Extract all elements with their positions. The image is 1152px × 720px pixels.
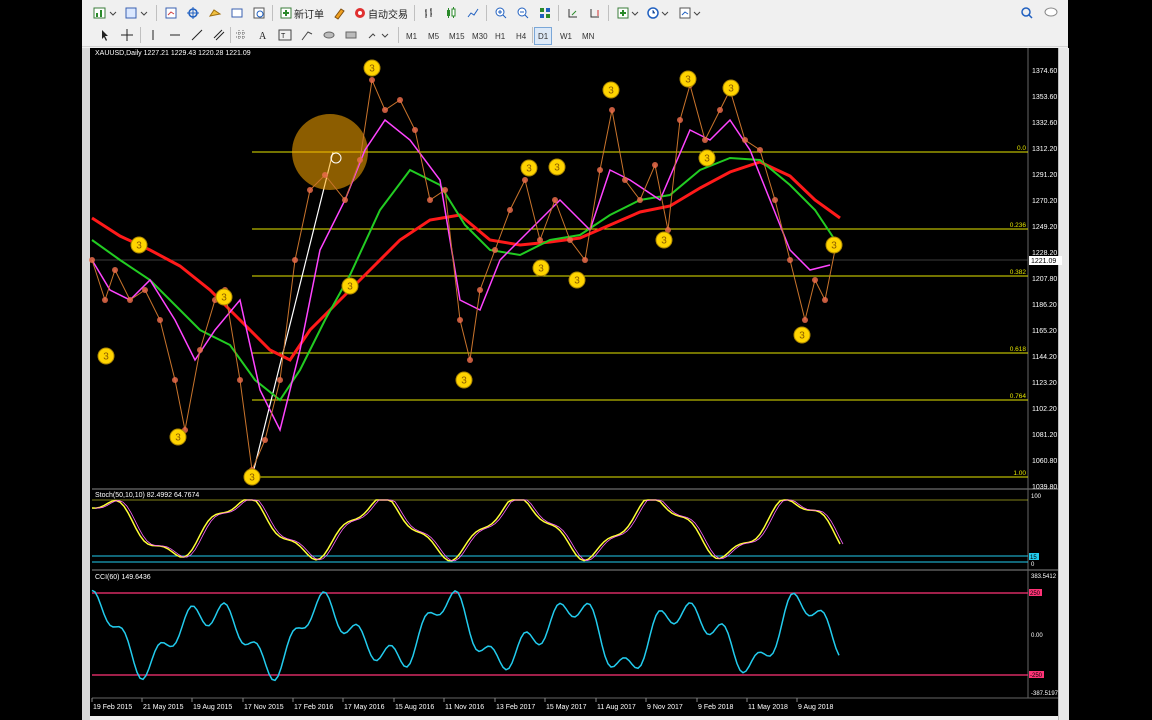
timeframe-m15[interactable]: M15 — [445, 27, 469, 45]
chart-shift-icon[interactable] — [586, 4, 604, 22]
candlestick-icon[interactable] — [442, 4, 460, 22]
text-icon[interactable]: A — [254, 26, 272, 44]
main-toolbar: 新订单 自动交易 — [82, 2, 1068, 25]
chart-left-border — [82, 48, 90, 720]
timeframe-m30[interactable]: M30 — [468, 27, 492, 45]
crosshair-icon[interactable] — [118, 26, 136, 44]
horizontal-line-icon[interactable] — [166, 26, 184, 44]
pitchfork-icon[interactable] — [298, 26, 316, 44]
timeframe-h4[interactable]: H4 — [512, 27, 530, 45]
zoom-out-icon[interactable] — [514, 4, 532, 22]
vertical-scrollbar[interactable] — [1058, 48, 1069, 720]
ellipse-icon[interactable] — [320, 26, 338, 44]
periods-button[interactable] — [644, 4, 672, 22]
channel-icon[interactable] — [210, 26, 228, 44]
new-order-button[interactable]: 新订单 — [278, 4, 326, 22]
chart-window[interactable] — [90, 48, 1058, 716]
search-icon[interactable] — [1018, 4, 1036, 22]
auto-trading-button[interactable]: 自动交易 — [352, 4, 410, 22]
timeframe-m5[interactable]: M5 — [424, 27, 443, 45]
profiles-button[interactable] — [122, 4, 152, 22]
cci-title: CCI(60) 149.6436 — [95, 574, 151, 581]
navigator-icon[interactable] — [206, 4, 224, 22]
vertical-line-icon[interactable] — [144, 26, 162, 44]
indicators-button[interactable] — [614, 4, 642, 22]
auto-trading-label: 自动交易 — [368, 9, 408, 21]
grid-icon[interactable] — [232, 26, 250, 44]
zoom-in-icon[interactable] — [492, 4, 510, 22]
new-chart-button[interactable] — [90, 4, 120, 22]
drawing-toolbar: A T M1 M5 M15 M30 H1 H4 D1 W1 MN — [82, 24, 1068, 47]
market-watch-icon[interactable] — [162, 4, 180, 22]
chart-symbol-info: XAUUSD,Daily 1227.21 1229.43 1220.28 122… — [95, 50, 251, 57]
strategy-tester-icon[interactable] — [250, 4, 268, 22]
timeframe-m1[interactable]: M1 — [402, 27, 421, 45]
stochastic-title: Stoch(50,10,10) 82.4992 64.7674 — [95, 492, 200, 499]
new-order-label: 新订单 — [294, 9, 324, 21]
rectangle-icon[interactable] — [342, 26, 360, 44]
line-chart-icon[interactable] — [464, 4, 482, 22]
trendline-icon[interactable] — [188, 26, 206, 44]
tile-windows-icon[interactable] — [536, 4, 554, 22]
cursor-icon[interactable] — [96, 26, 114, 44]
bar-chart-icon[interactable] — [420, 4, 438, 22]
timeframe-mn[interactable]: MN — [578, 27, 598, 45]
timeframe-d1[interactable]: D1 — [534, 27, 553, 45]
autoscroll-icon[interactable] — [564, 4, 582, 22]
meta-editor-icon[interactable] — [330, 4, 348, 22]
templates-button[interactable] — [676, 4, 704, 22]
data-window-icon[interactable] — [184, 4, 202, 22]
timeframe-w1[interactable]: W1 — [556, 27, 576, 45]
outside-right-area — [1068, 0, 1152, 720]
svg-text:A: A — [259, 31, 267, 42]
chat-icon[interactable] — [1042, 4, 1060, 22]
svg-text:T: T — [281, 33, 286, 40]
terminal-icon[interactable] — [228, 4, 246, 22]
text-label-icon[interactable]: T — [276, 26, 294, 44]
timeframe-h1[interactable]: H1 — [491, 27, 509, 45]
more-tools-button[interactable] — [364, 26, 392, 44]
